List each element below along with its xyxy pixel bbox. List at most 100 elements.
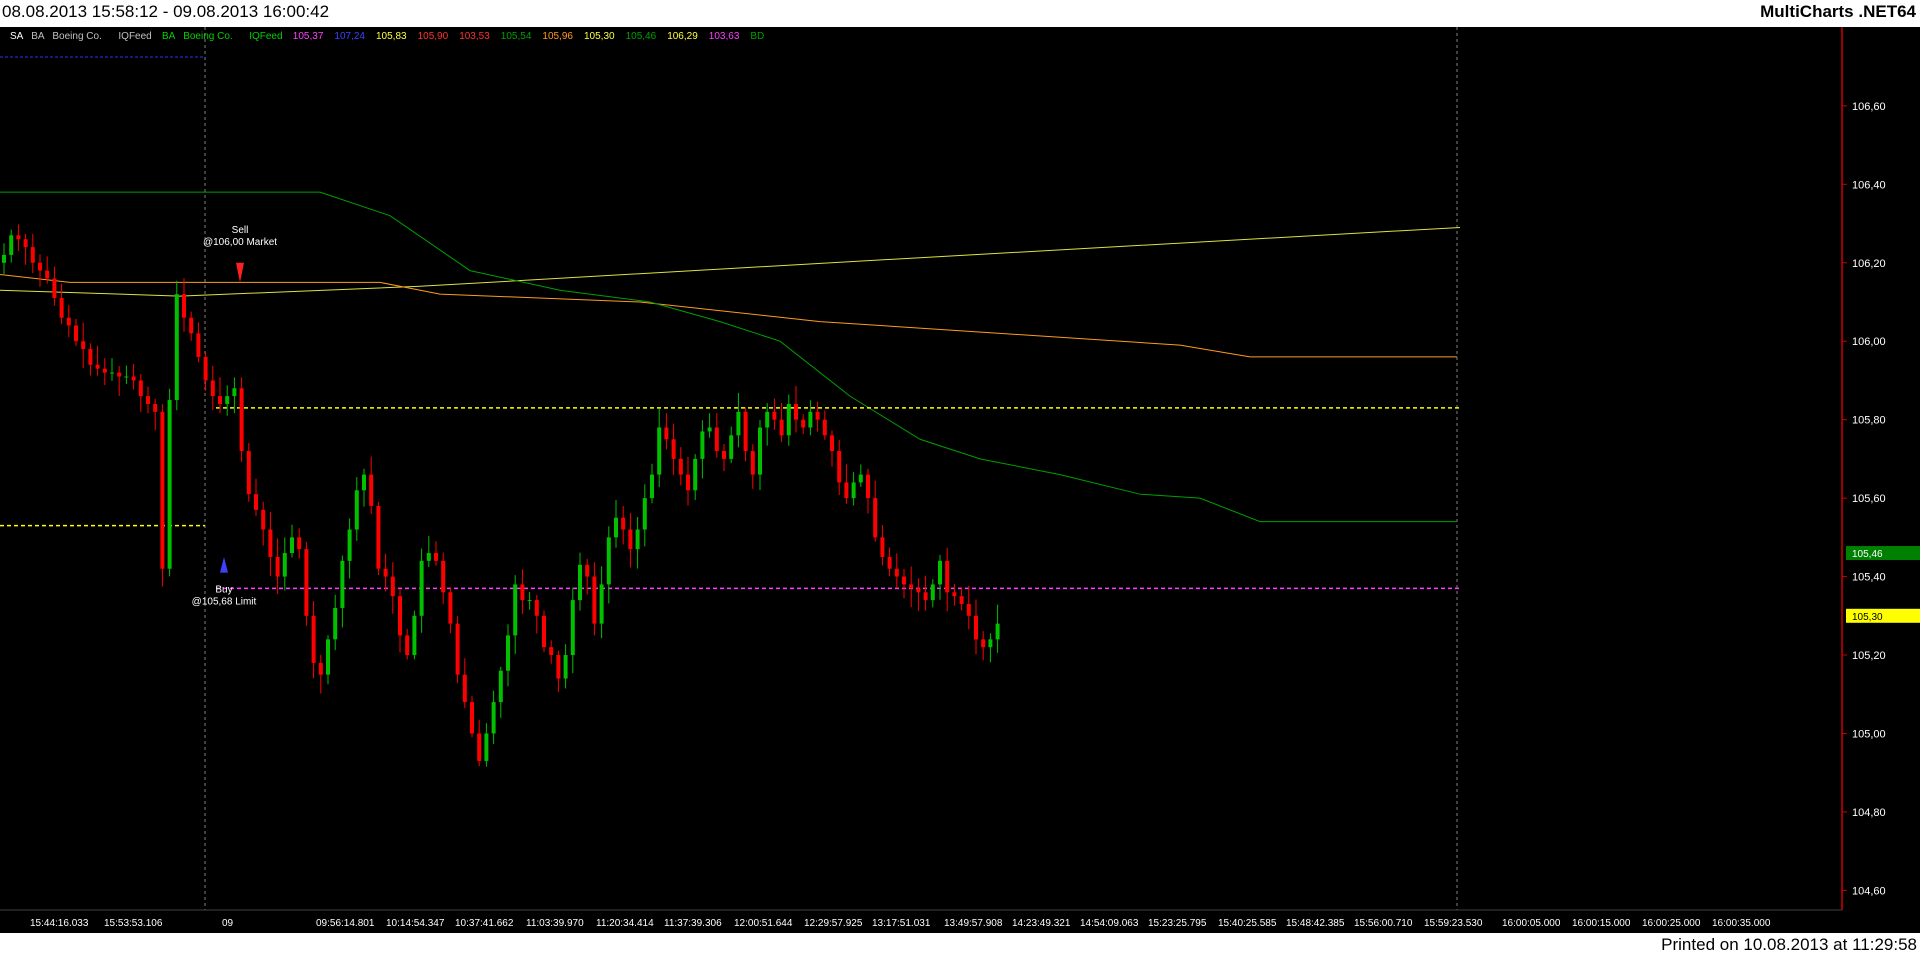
candle-body[interactable]	[693, 458, 698, 491]
candle-body[interactable]	[189, 317, 194, 334]
candle-body[interactable]	[765, 411, 770, 428]
candle-body[interactable]	[902, 576, 906, 585]
candle-body[interactable]	[628, 529, 633, 550]
candle-body[interactable]	[743, 411, 748, 452]
candle-body[interactable]	[822, 419, 827, 436]
candle-body[interactable]	[866, 474, 870, 499]
candle-body[interactable]	[282, 553, 287, 577]
candle-body[interactable]	[844, 482, 849, 499]
candle-body[interactable]	[275, 556, 280, 577]
candle-body[interactable]	[491, 702, 496, 734]
candle-body[interactable]	[513, 584, 518, 636]
candle-body[interactable]	[981, 639, 986, 648]
candle-body[interactable]	[398, 596, 402, 636]
candle-body[interactable]	[45, 270, 50, 279]
candle-body[interactable]	[945, 560, 950, 593]
candle-body[interactable]	[542, 615, 546, 648]
candle-body[interactable]	[23, 239, 28, 248]
candle-body[interactable]	[664, 427, 669, 440]
candle-body[interactable]	[815, 411, 820, 420]
candle-body[interactable]	[498, 670, 503, 703]
candle-body[interactable]	[182, 294, 186, 318]
candle-body[interactable]	[614, 517, 618, 538]
candle-body[interactable]	[974, 615, 978, 640]
candle-body[interactable]	[326, 639, 330, 675]
candle-body[interactable]	[88, 349, 93, 365]
candle-body[interactable]	[81, 341, 86, 350]
candle-body[interactable]	[779, 419, 784, 436]
candle-body[interactable]	[347, 529, 352, 561]
candle-body[interactable]	[146, 396, 150, 404]
candle-body[interactable]	[794, 403, 798, 420]
candle-body[interactable]	[239, 388, 244, 452]
candle-body[interactable]	[556, 655, 561, 679]
candle-body[interactable]	[786, 403, 791, 436]
candle-body[interactable]	[246, 451, 251, 495]
candle-body[interactable]	[592, 576, 597, 624]
candle-body[interactable]	[376, 505, 381, 569]
candle-body[interactable]	[203, 356, 208, 381]
candle-body[interactable]	[102, 368, 107, 373]
candle-body[interactable]	[686, 474, 690, 491]
candle-body[interactable]	[9, 235, 14, 255]
candle-body[interactable]	[38, 262, 42, 271]
candle-body[interactable]	[318, 662, 323, 675]
candle-body[interactable]	[995, 623, 1000, 640]
candle-body[interactable]	[714, 427, 719, 452]
candle-body[interactable]	[448, 592, 453, 624]
candle-body[interactable]	[268, 529, 273, 557]
candle-body[interactable]	[952, 592, 957, 597]
candle-body[interactable]	[851, 482, 856, 499]
candle-body[interactable]	[830, 435, 834, 452]
candle-body[interactable]	[30, 247, 35, 263]
candle-body[interactable]	[549, 647, 554, 656]
candle-body[interactable]	[354, 490, 359, 530]
candle-body[interactable]	[477, 733, 482, 761]
candle-body[interactable]	[650, 474, 654, 499]
candle-body[interactable]	[938, 560, 942, 585]
candle-body[interactable]	[606, 537, 611, 585]
candle-body[interactable]	[16, 235, 21, 240]
candle-body[interactable]	[880, 537, 885, 557]
candle-body[interactable]	[837, 451, 842, 483]
candle-body[interactable]	[642, 498, 647, 530]
candle-body[interactable]	[297, 537, 302, 550]
candle-body[interactable]	[750, 451, 755, 475]
candle-body[interactable]	[131, 376, 136, 381]
candle-body[interactable]	[95, 364, 100, 369]
candle-body[interactable]	[74, 325, 78, 342]
candle-body[interactable]	[621, 517, 626, 530]
candle-body[interactable]	[369, 474, 374, 506]
candle-body[interactable]	[390, 576, 395, 597]
candle-body[interactable]	[218, 396, 222, 404]
candle-body[interactable]	[678, 458, 683, 475]
candle-body[interactable]	[894, 568, 899, 577]
candle-body[interactable]	[729, 435, 734, 459]
candle-body[interactable]	[506, 635, 510, 671]
candle-body[interactable]	[923, 592, 928, 601]
candle-body[interactable]	[160, 411, 165, 569]
candle-body[interactable]	[362, 474, 366, 491]
candle-body[interactable]	[707, 427, 712, 432]
candle-body[interactable]	[563, 655, 568, 679]
candle-body[interactable]	[873, 498, 878, 538]
price-chart[interactable]: SA BA Boeing Co. IQFeed BA Boeing Co. IQFeed 10…	[0, 27, 1920, 933]
candle-body[interactable]	[304, 549, 309, 616]
candle-body[interactable]	[333, 607, 338, 640]
candle-body[interactable]	[153, 403, 158, 412]
candle-body[interactable]	[441, 560, 446, 593]
candle-body[interactable]	[887, 556, 892, 569]
candle-body[interactable]	[167, 400, 172, 569]
candle-body[interactable]	[736, 411, 741, 436]
candle-body[interactable]	[419, 560, 424, 616]
candle-body[interactable]	[578, 564, 582, 601]
candle-body[interactable]	[311, 615, 316, 663]
candle-body[interactable]	[434, 553, 438, 561]
candle-body[interactable]	[959, 596, 964, 605]
candle-body[interactable]	[758, 427, 762, 475]
candle-body[interactable]	[196, 333, 201, 357]
candle-body[interactable]	[484, 733, 489, 761]
candle-body[interactable]	[455, 623, 460, 675]
candle-body[interactable]	[700, 431, 705, 459]
candle-body[interactable]	[117, 372, 122, 377]
